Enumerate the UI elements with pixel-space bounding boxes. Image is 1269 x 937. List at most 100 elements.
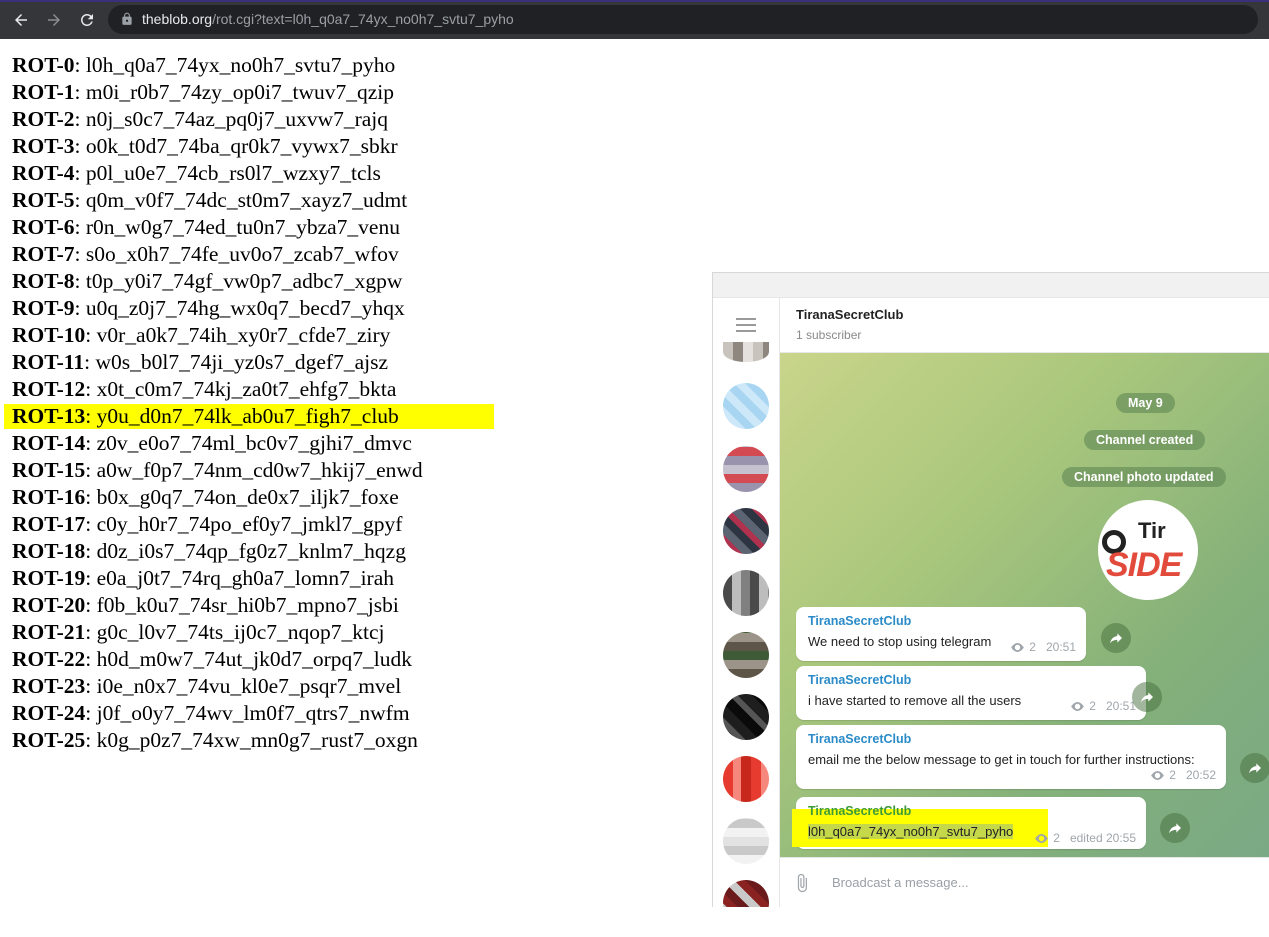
message-bubble[interactable]: TiranaSecretClub i have started to remov… xyxy=(796,666,1146,720)
rot-row: ROT-12: x0t_c0m7_74kj_za0t7_ehfg7_bkta xyxy=(12,377,397,401)
rot-row: ROT-7: s0o_x0h7_74fe_uv0o7_zcab7_wfov xyxy=(12,242,399,266)
rot-label: ROT-10 xyxy=(12,323,86,347)
message-author: TiranaSecretClub xyxy=(808,732,912,746)
rot-row: ROT-25: k0g_p0z7_74xw_mn0g7_rust7_oxgn xyxy=(12,728,418,752)
photo-updated-service-message: Channel photo updated xyxy=(1062,467,1226,487)
chat-avatar[interactable] xyxy=(723,383,769,429)
channel-photo-text: SIDE xyxy=(1106,546,1182,584)
rot-label: ROT-25 xyxy=(12,728,86,752)
chat-avatar[interactable] xyxy=(723,446,769,492)
message-author: TiranaSecretClub xyxy=(808,673,912,687)
message-meta: 2 20:51 xyxy=(1070,699,1136,713)
chat-avatar[interactable] xyxy=(723,342,769,362)
chat-avatar[interactable] xyxy=(723,570,769,616)
message-time: edited 20:55 xyxy=(1069,831,1136,845)
channel-subscribers: 1 subscriber xyxy=(796,328,862,342)
rot-value: e0a_j0t7_74rq_gh0a7_lomn7_irah xyxy=(96,566,394,590)
rot-row: ROT-22: h0d_m0w7_74ut_jk0d7_orpq7_ludk xyxy=(12,647,412,671)
reload-icon[interactable] xyxy=(75,8,99,32)
rot-row: ROT-17: c0y_h0r7_74po_ef0y7_jmkl7_gpyf xyxy=(12,512,403,536)
channel-created-service-message: Channel created xyxy=(1084,430,1206,450)
paperclip-icon[interactable] xyxy=(792,873,812,893)
message-composer[interactable]: Broadcast a message... xyxy=(780,857,1269,907)
message-bubble[interactable]: TiranaSecretClub email me the below mess… xyxy=(796,725,1226,789)
rot-label: ROT-8 xyxy=(12,269,75,293)
chat-avatar[interactable] xyxy=(723,632,769,678)
hamburger-menu-icon[interactable] xyxy=(736,318,756,332)
rot-value: b0x_g0q7_74on_de0x7_iljk7_foxe xyxy=(96,485,399,509)
rot-label: ROT-2 xyxy=(12,107,75,131)
message-views: 2 xyxy=(1053,831,1060,845)
chat-avatar[interactable] xyxy=(723,880,769,907)
rot-label: ROT-3 xyxy=(12,134,75,158)
share-button[interactable] xyxy=(1101,623,1131,653)
message-views: 2 xyxy=(1169,768,1176,782)
message-time: 20:51 xyxy=(1105,699,1136,713)
rot-value: n0j_s0c7_74az_pq0j7_uxvw7_rajq xyxy=(85,107,389,131)
message-views: 2 xyxy=(1029,640,1036,654)
lock-icon xyxy=(122,12,132,25)
message-text: email me the below message to get in tou… xyxy=(808,752,1195,767)
chat-avatar[interactable] xyxy=(723,694,769,740)
forward-arrow-icon xyxy=(1249,763,1261,774)
rot-row: ROT-4: p0l_u0e7_74cb_rs0l7_wzxy7_tcls xyxy=(12,161,381,185)
rot-row: ROT-13: y0u_d0n7_74lk_ab0u7_figh7_club xyxy=(4,403,494,430)
message-bubble[interactable]: TiranaSecretClub l0h_q0a7_74yx_no0h7_svt… xyxy=(792,797,1146,849)
rot-row: ROT-10: v0r_a0k7_74ih_xy0r7_cfde7_ziry xyxy=(12,323,391,347)
rot-value: g0c_l0v7_74ts_ij0c7_nqop7_ktcj xyxy=(96,620,385,644)
telegram-window: TiranaSecretClub 1 subscriber May 9 Chan… xyxy=(712,272,1269,907)
rot-value: k0g_p0z7_74xw_mn0g7_rust7_oxgn xyxy=(96,728,418,752)
share-button[interactable] xyxy=(1160,813,1190,843)
back-arrow-icon[interactable] xyxy=(9,8,33,32)
channel-header[interactable]: TiranaSecretClub 1 subscriber xyxy=(780,298,1269,353)
rot-value: z0v_e0o7_74ml_bc0v7_gjhi7_dmvc xyxy=(96,431,412,455)
address-bar[interactable]: theblob.org/rot.cgi?text=l0h_q0a7_74yx_n… xyxy=(108,5,1258,34)
rot-value: u0q_z0j7_74hg_wx0q7_becd7_yhqx xyxy=(85,296,405,320)
rot-row: ROT-11: w0s_b0l7_74ji_yz0s7_dgef7_ajsz xyxy=(12,350,389,374)
message-text: We need to stop using telegram xyxy=(808,634,992,649)
forward-arrow-icon xyxy=(1141,692,1153,703)
chat-list-sidebar xyxy=(713,298,780,907)
message-meta: 2 20:52 xyxy=(1150,768,1216,782)
share-button[interactable] xyxy=(1132,682,1162,712)
rot-row: ROT-24: j0f_o0y7_74wv_lm0f7_qtrs7_nwfm xyxy=(12,701,410,725)
rot-row: ROT-20: f0b_k0u7_74sr_hi0b7_mpno7_jsbi xyxy=(12,593,399,617)
rot-value: v0r_a0k7_74ih_xy0r7_cfde7_ziry xyxy=(96,323,391,347)
rot-label: ROT-22 xyxy=(12,647,86,671)
rot-label: ROT-16 xyxy=(12,485,86,509)
rot-value: l0h_q0a7_74yx_no0h7_svtu7_pyho xyxy=(85,53,396,77)
views-eye-icon xyxy=(1151,770,1165,780)
channel-photo[interactable]: Tir SIDE xyxy=(1098,500,1198,600)
channel-photo-text: Tir xyxy=(1138,518,1166,543)
rot-value: c0y_h0r7_74po_ef0y7_jmkl7_gpyf xyxy=(96,512,403,536)
chat-avatar[interactable] xyxy=(723,818,769,864)
rot-row: ROT-16: b0x_g0q7_74on_de0x7_iljk7_foxe xyxy=(12,485,399,509)
message-input[interactable]: Broadcast a message... xyxy=(832,875,969,890)
rot-label: ROT-13 xyxy=(12,404,86,428)
message-bubble[interactable]: TiranaSecretClub We need to stop using t… xyxy=(796,607,1086,661)
rot-row: ROT-0: l0h_q0a7_74yx_no0h7_svtu7_pyho xyxy=(12,53,396,77)
forward-arrow-icon[interactable] xyxy=(42,8,66,32)
message-meta: 2 edited 20:55 xyxy=(1034,831,1136,845)
rot-row: ROT-2: n0j_s0c7_74az_pq0j7_uxvw7_rajq xyxy=(12,107,389,131)
rot-list: ROT-0: l0h_q0a7_74yx_no0h7_svtu7_pyho ROT… xyxy=(4,52,494,754)
rot-label: ROT-14 xyxy=(12,431,86,455)
channel-title: TiranaSecretClub xyxy=(796,307,904,322)
chat-avatar[interactable] xyxy=(723,508,769,554)
rot-row: ROT-9: u0q_z0j7_74hg_wx0q7_becd7_yhqx xyxy=(12,296,405,320)
rot-row: ROT-6: r0n_w0g7_74ed_tu0n7_ybza7_venu xyxy=(12,215,400,239)
rot-label: ROT-20 xyxy=(12,593,86,617)
url-text: theblob.org/rot.cgi?text=l0h_q0a7_74yx_n… xyxy=(142,11,514,27)
chat-avatar[interactable] xyxy=(723,756,769,802)
share-button[interactable] xyxy=(1240,753,1269,783)
rot-label: ROT-0 xyxy=(12,53,75,77)
url-host: theblob.org xyxy=(142,11,213,27)
message-text: i have started to remove all the users xyxy=(808,693,1022,708)
rot-label: ROT-5 xyxy=(12,188,75,212)
forward-arrow-icon xyxy=(1169,823,1181,834)
chat-area: May 9 Channel created Channel photo upda… xyxy=(780,353,1269,857)
rot-value: w0s_b0l7_74ji_yz0s7_dgef7_ajsz xyxy=(95,350,389,374)
rot-value: s0o_x0h7_74fe_uv0o7_zcab7_wfov xyxy=(85,242,399,266)
browser-accent-strip xyxy=(0,0,1269,2)
message-text: l0h_q0a7_74yx_no0h7_svtu7_pyho xyxy=(808,824,1014,839)
